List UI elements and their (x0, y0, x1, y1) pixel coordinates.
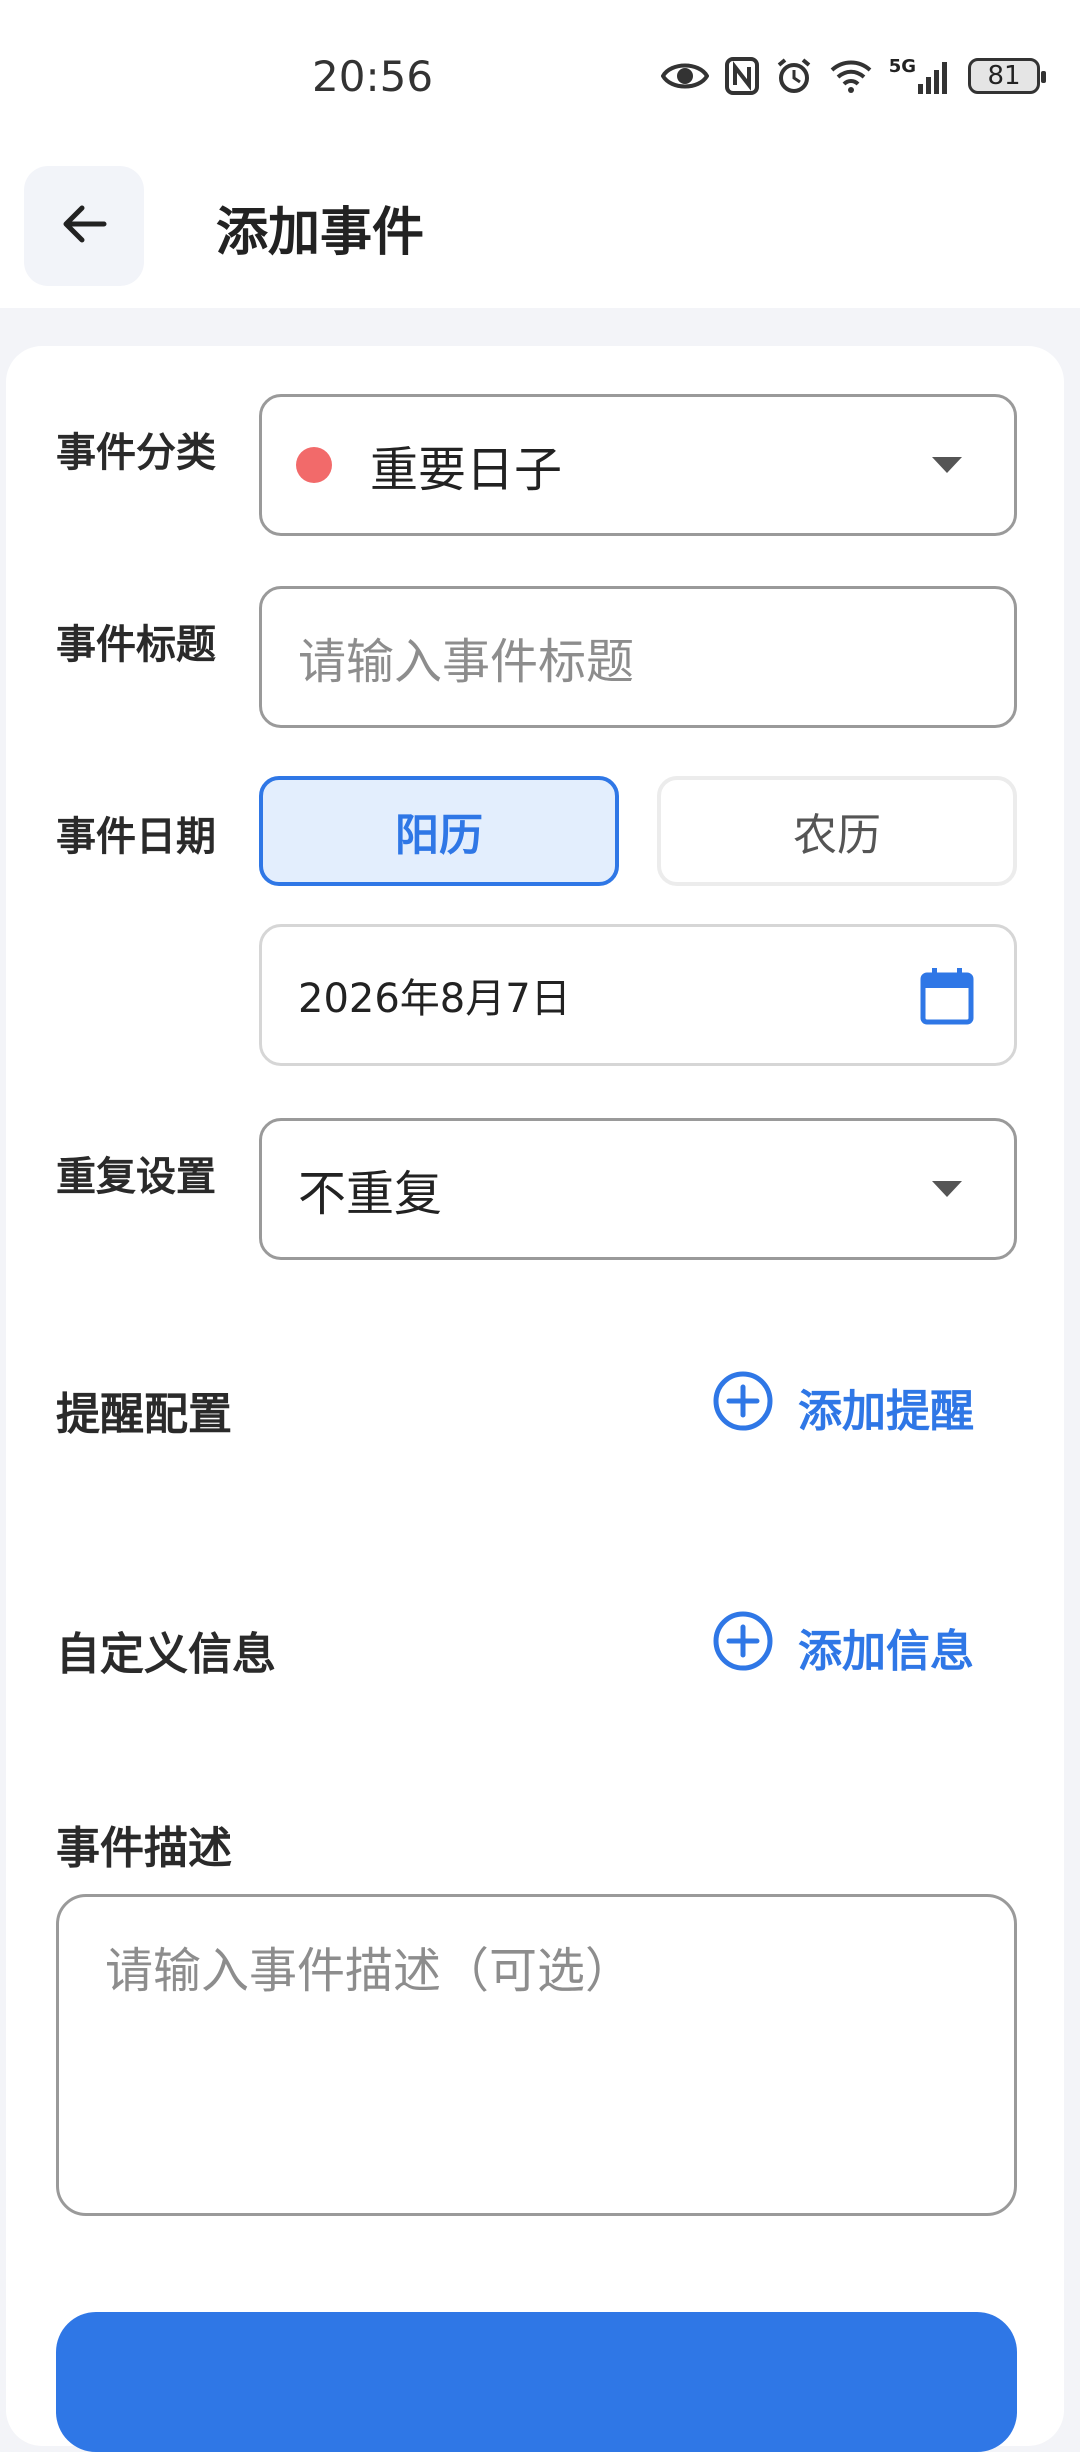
status-time: 20:56 (312, 52, 434, 101)
add-info-label: 添加信息 (798, 1625, 974, 1677)
eye-icon (660, 56, 709, 96)
category-select[interactable]: 重要日子 (259, 394, 1017, 536)
wifi-icon (829, 56, 873, 96)
lunar-toggle[interactable]: 农历 (657, 776, 1017, 886)
repeat-label: 重复设置 (56, 1154, 216, 1200)
chevron-down-icon (932, 457, 962, 473)
calendar-icon[interactable] (920, 967, 974, 1029)
app-bar: 添加事件 (0, 160, 1080, 308)
status-bar: 20:56 5G 81 (0, 0, 1080, 160)
description-placeholder: 请输入事件描述（可选） (105, 1943, 634, 1999)
nfc-icon (724, 56, 759, 96)
date-value: 2026年8月7日 (298, 976, 571, 1022)
repeat-select[interactable]: 不重复 (259, 1118, 1017, 1260)
status-icons: 5G 81 (660, 56, 1046, 96)
solar-toggle[interactable]: 阳历 (259, 776, 619, 886)
form-card: 事件分类 重要日子 事件标题 请输入事件标题 事件日期 阳历 农历 2026年8… (6, 346, 1064, 2452)
repeat-value: 不重复 (298, 1166, 443, 1222)
arrow-left-icon (60, 204, 108, 248)
date-label: 事件日期 (56, 814, 216, 860)
add-reminder-button[interactable]: 添加提醒 (712, 1370, 974, 1443)
category-value: 重要日子 (370, 442, 563, 498)
add-reminder-label: 添加提醒 (798, 1385, 974, 1437)
custom-info-label: 自定义信息 (56, 1629, 276, 1680)
reminder-label: 提醒配置 (56, 1389, 232, 1440)
alarm-icon (775, 56, 813, 96)
category-label: 事件分类 (56, 430, 216, 476)
plus-circle-icon (712, 1370, 774, 1443)
title-input[interactable]: 请输入事件标题 (259, 586, 1017, 728)
page-title: 添加事件 (216, 203, 425, 263)
title-placeholder: 请输入事件标题 (298, 634, 635, 690)
battery-level: 81 (987, 61, 1021, 91)
signal-icon: 5G (889, 56, 952, 96)
back-button[interactable] (24, 166, 144, 286)
description-label: 事件描述 (56, 1823, 232, 1874)
submit-button[interactable] (56, 2312, 1017, 2452)
title-label: 事件标题 (56, 622, 216, 668)
category-color-dot (296, 447, 332, 483)
add-info-button[interactable]: 添加信息 (712, 1610, 974, 1683)
description-textarea[interactable]: 请输入事件描述（可选） (56, 1894, 1017, 2216)
network-label: 5G (888, 56, 916, 77)
plus-circle-icon (712, 1610, 774, 1683)
date-field[interactable]: 2026年8月7日 (259, 924, 1017, 1066)
chevron-down-icon (932, 1181, 962, 1197)
battery-icon: 81 (968, 58, 1046, 94)
